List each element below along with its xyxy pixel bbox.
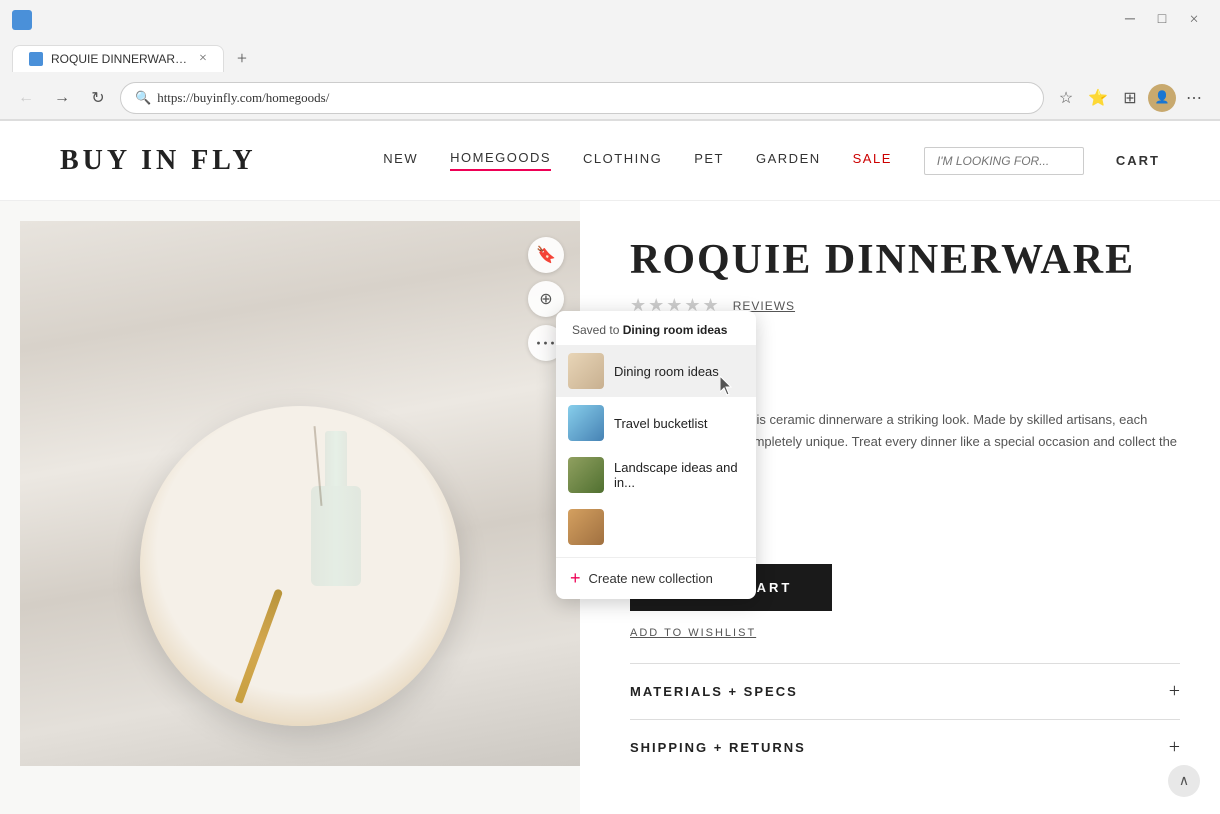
browser-toolbar: ← → ↻ 🔍 https://buyinfly.com/homegoods/ … <box>0 76 1220 120</box>
nav-homegoods[interactable]: HOMEGOODS <box>450 150 551 171</box>
board-name: Dining room ideas <box>623 323 728 337</box>
search-icon: 🔍 <box>135 90 151 106</box>
collections-icon[interactable]: ⊞ <box>1116 84 1144 112</box>
scroll-to-top-button[interactable]: ∧ <box>1168 765 1200 797</box>
materials-accordion[interactable]: MATERIALS + SPECS + <box>630 663 1180 719</box>
materials-label: MATERIALS + SPECS <box>630 684 798 699</box>
shipping-label: SHIPPING + RETURNS <box>630 740 806 755</box>
collection-name-landscape: Landscape ideas and in... <box>614 460 744 490</box>
bottle-body <box>311 486 361 586</box>
product-bottle <box>311 431 361 586</box>
maximize-button[interactable]: □ <box>1148 6 1176 34</box>
store-nav: NEW HOMEGOODS CLOTHING PET GARDEN SALE C… <box>383 147 1160 175</box>
reading-list-icon[interactable]: ☆ <box>1052 84 1080 112</box>
nav-clothing[interactable]: CLOTHING <box>583 151 662 170</box>
product-image-section: 🔖 ⊕ ··· <box>20 221 580 766</box>
tab-favicon-icon <box>29 52 43 66</box>
favorites-icon[interactable]: ⭐ <box>1084 84 1112 112</box>
collection-item-travel[interactable]: Travel bucketlist <box>556 397 756 449</box>
refresh-button[interactable]: ↻ <box>84 84 112 112</box>
close-button[interactable]: × <box>1180 6 1208 34</box>
product-plate <box>140 406 460 726</box>
zoom-icon: ⊕ <box>539 289 552 309</box>
minimize-button[interactable]: ─ <box>1116 6 1144 34</box>
nav-sale[interactable]: SALE <box>853 151 892 170</box>
shipping-expand-icon: + <box>1169 736 1180 759</box>
shipping-accordion[interactable]: SHIPPING + RETURNS + <box>630 719 1180 775</box>
nav-garden[interactable]: GARDEN <box>756 151 821 170</box>
bookmark-icon: 🔖 <box>536 245 556 265</box>
product-title: ROQUIE DINNERWARE <box>630 237 1180 283</box>
url-display: https://buyinfly.com/homegoods/ <box>157 90 1029 106</box>
tab-title: ROQUIE DINNERWARE PLATE <box>51 52 191 66</box>
tab-close-button[interactable]: × <box>199 52 207 66</box>
create-collection-plus-icon: + <box>570 568 581 589</box>
collection-thumb-travel <box>568 405 604 441</box>
nav-new[interactable]: NEW <box>383 151 418 170</box>
save-to-collection-button[interactable]: 🔖 <box>528 237 564 273</box>
collection-name-travel: Travel bucketlist <box>614 416 707 431</box>
create-collection-label: Create new collection <box>589 571 713 586</box>
active-tab[interactable]: ROQUIE DINNERWARE PLATE × <box>12 45 224 72</box>
settings-icon[interactable]: ⋯ <box>1180 84 1208 112</box>
browser-titlebar: ─ □ × <box>0 0 1220 40</box>
add-to-wishlist-link[interactable]: ADD TO WISHLIST <box>630 627 1180 639</box>
search-input[interactable] <box>924 147 1084 175</box>
collection-thumb-extra <box>568 509 604 545</box>
collection-item-extra[interactable] <box>556 501 756 553</box>
collection-thumb-landscape <box>568 457 604 493</box>
collection-name-dining: Dining room ideas <box>614 364 719 379</box>
more-icon: ··· <box>535 333 556 354</box>
new-tab-button[interactable]: + <box>228 44 256 72</box>
saved-header: Saved to Dining room ideas <box>556 311 756 345</box>
back-button[interactable]: ← <box>12 84 40 112</box>
browser-chrome: ─ □ × ROQUIE DINNERWARE PLATE × + ← → ↻ … <box>0 0 1220 121</box>
address-bar[interactable]: 🔍 https://buyinfly.com/homegoods/ <box>120 82 1044 114</box>
toolbar-right: ☆ ⭐ ⊞ 👤 ⋯ <box>1052 84 1208 112</box>
store-header: BUY IN FLY NEW HOMEGOODS CLOTHING PET GA… <box>0 121 1220 201</box>
nav-pet[interactable]: PET <box>694 151 724 170</box>
forward-button[interactable]: → <box>48 84 76 112</box>
website-content: BUY IN FLY NEW HOMEGOODS CLOTHING PET GA… <box>0 121 1220 814</box>
browser-tabs: ROQUIE DINNERWARE PLATE × + <box>0 40 1220 76</box>
cart-button[interactable]: CART <box>1116 153 1160 168</box>
bottle-neck <box>325 431 347 486</box>
saved-dropdown: Saved to Dining room ideas Dining room i… <box>556 311 756 599</box>
materials-expand-icon: + <box>1169 680 1180 703</box>
profile-icon[interactable]: 👤 <box>1148 84 1176 112</box>
store-logo[interactable]: BUY IN FLY <box>60 145 257 177</box>
collection-item-landscape[interactable]: Landscape ideas and in... <box>556 449 756 501</box>
collection-thumb-dining <box>568 353 604 389</box>
browser-logo-icon <box>12 10 32 30</box>
create-collection-button[interactable]: + Create new collection <box>556 557 756 599</box>
